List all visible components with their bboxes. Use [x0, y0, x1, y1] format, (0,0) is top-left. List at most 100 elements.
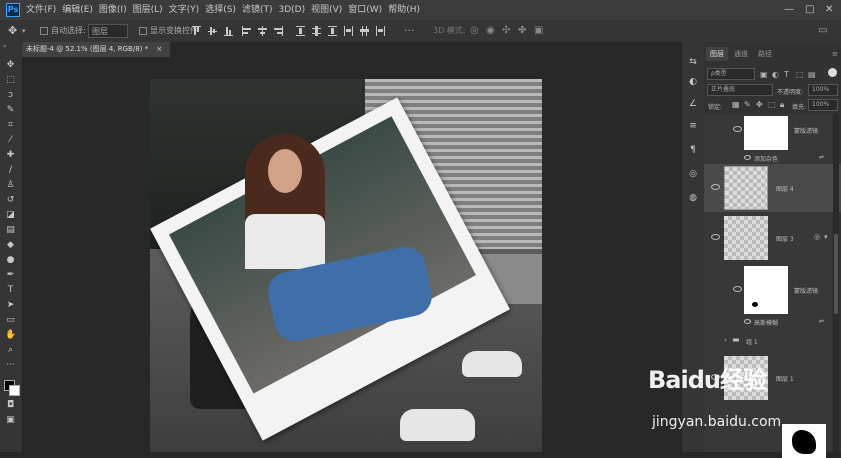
adjustments-panel-icon[interactable]: ◐	[687, 76, 699, 88]
show-transform-checkbox[interactable]	[139, 27, 147, 35]
visibility-eye-icon[interactable]	[733, 126, 742, 132]
fill-input[interactable]: 100%	[808, 99, 838, 111]
blend-mode-dropdown[interactable]: 正片叠底	[707, 84, 773, 96]
menu-help[interactable]: 帮助(H)	[388, 0, 426, 20]
filter-options-icon[interactable]: ⇌	[819, 318, 824, 325]
lasso-tool-icon[interactable]: ↄ	[5, 90, 16, 101]
visibility-eye-icon[interactable]	[733, 286, 742, 292]
healing-brush-tool-icon[interactable]: ✚	[5, 150, 16, 161]
layer-row-group-1[interactable]: › ▬ 组 1	[704, 332, 841, 350]
auto-select-checkbox[interactable]	[40, 27, 48, 35]
panel-menu-icon[interactable]: ≡	[828, 47, 841, 61]
distribute-bottom-icon[interactable]	[328, 26, 337, 36]
canvas-area[interactable]	[23, 57, 681, 452]
menu-layer[interactable]: 图层(L)	[133, 0, 169, 20]
gradient-tool-icon[interactable]: ▤	[5, 225, 16, 236]
menu-view[interactable]: 视图(V)	[311, 0, 348, 20]
pen-tool-icon[interactable]: ✒	[5, 270, 16, 281]
tab-close-icon[interactable]: ×	[156, 45, 162, 53]
align-right-icon[interactable]	[274, 26, 283, 36]
menu-select[interactable]: 选择(S)	[205, 0, 242, 20]
lock-transparent-icon[interactable]: ▦	[732, 100, 740, 109]
layer-row-filter-mask-noise[interactable]: 蒙版滤镜 添加杂色 ⇌	[704, 114, 841, 164]
align-left-icon[interactable]	[242, 26, 251, 36]
menu-edit[interactable]: 编辑(E)	[62, 0, 99, 20]
swatches-panel-icon[interactable]: ◍	[687, 192, 699, 204]
move-tool-icon[interactable]: ✥	[8, 24, 17, 38]
dodge-tool-icon[interactable]: ●	[5, 255, 16, 266]
collapse-icon[interactable]: »	[3, 44, 18, 50]
distribute-top-icon[interactable]	[296, 26, 305, 36]
type-tool-icon[interactable]: T	[5, 285, 16, 296]
filter-pixel-icon[interactable]: ▣	[760, 70, 768, 79]
align-hcenter-icon[interactable]	[258, 26, 267, 36]
align-vcenter-icon[interactable]	[208, 26, 217, 36]
shape-tool-icon[interactable]: ▭	[5, 315, 16, 326]
clone-stamp-tool-icon[interactable]: ♙	[5, 180, 16, 191]
layer-row-layer-4[interactable]: 图层 4	[704, 164, 841, 212]
align-top-icon[interactable]	[192, 26, 201, 36]
visibility-eye-icon[interactable]	[711, 234, 720, 240]
distribute-right-icon[interactable]	[376, 26, 385, 36]
menu-3d[interactable]: 3D(D)	[278, 0, 311, 20]
blur-tool-icon[interactable]: ◆	[5, 240, 16, 251]
tab-layers[interactable]: 图层	[706, 47, 728, 61]
filter-shape-icon[interactable]: ⬚	[796, 70, 804, 79]
brush-settings-icon[interactable]: ∠	[687, 98, 699, 110]
brush-tool-icon[interactable]: ∕	[5, 165, 16, 176]
menu-filter[interactable]: 滤镜(T)	[242, 0, 279, 20]
distribute-hcenter-icon[interactable]	[360, 26, 369, 36]
scrollbar-thumb[interactable]	[834, 234, 838, 314]
distribute-left-icon[interactable]	[344, 26, 353, 36]
lock-position-icon[interactable]: ✥	[756, 100, 763, 109]
filter-toggle[interactable]	[828, 68, 837, 77]
background-color-swatch[interactable]	[9, 385, 20, 396]
screen-mode-icon[interactable]: ▣	[5, 415, 16, 426]
layer-row-layer-3[interactable]: 图层 3 ◎ ▾	[704, 214, 841, 262]
eraser-tool-icon[interactable]: ◪	[5, 210, 16, 221]
3d-roll-icon[interactable]: ◉	[486, 24, 495, 38]
lock-artboard-icon[interactable]: ⬚	[768, 100, 776, 109]
maximize-button[interactable]: □	[805, 4, 814, 15]
lock-image-icon[interactable]: ✎	[744, 100, 751, 109]
quick-select-tool-icon[interactable]: ✎	[5, 105, 16, 116]
filter-options-icon[interactable]: ⇌	[819, 154, 824, 161]
filter-adjust-icon[interactable]: ◐	[772, 70, 779, 79]
visibility-eye-icon[interactable]	[711, 184, 720, 190]
color-panel-icon[interactable]: ◎	[687, 168, 699, 180]
filter-smart-icon[interactable]: ▤	[808, 70, 816, 79]
menu-type[interactable]: 文字(Y)	[169, 0, 206, 20]
expand-chevron-icon[interactable]: ▾	[824, 233, 828, 241]
auto-select-dropdown[interactable]: 图层	[88, 24, 128, 38]
history-brush-tool-icon[interactable]: ↺	[5, 195, 16, 206]
properties-panel-icon[interactable]: ≡	[687, 120, 699, 132]
workspace-icon[interactable]: ▭	[818, 24, 827, 38]
paragraph-panel-icon[interactable]: ¶	[687, 144, 699, 156]
more-tools-icon[interactable]: ···	[5, 360, 16, 371]
minimize-button[interactable]: —	[784, 4, 794, 15]
marquee-tool-icon[interactable]: ⬚	[5, 75, 16, 86]
history-panel-icon[interactable]: ⇆	[687, 56, 699, 68]
more-options-icon[interactable]: ···	[404, 24, 415, 38]
lock-all-icon[interactable]: 🔒︎	[780, 100, 784, 110]
menu-image[interactable]: 图像(I)	[99, 0, 133, 20]
document-tab[interactable]: 未标题-4 @ 52.1% (图层 4, RGB/8) * ×	[22, 42, 171, 57]
path-select-tool-icon[interactable]: ➤	[5, 300, 16, 311]
crop-tool-icon[interactable]: ⌗	[5, 120, 16, 131]
3d-pan-icon[interactable]: ✣	[502, 24, 510, 38]
layer-kind-filter[interactable]: ρ类型	[707, 68, 755, 80]
tab-paths[interactable]: 路径	[754, 47, 776, 61]
filter-type-icon[interactable]: T	[784, 70, 789, 79]
3d-rotate-icon[interactable]: ◎	[470, 24, 479, 38]
move-tool-icon[interactable]: ✥	[5, 60, 16, 71]
hand-tool-icon[interactable]: ✋	[5, 330, 16, 341]
layer-row-filter-mask-blur[interactable]: 蒙版滤镜 高斯模糊 ⇌	[704, 264, 841, 330]
tab-channels[interactable]: 通道	[730, 47, 752, 61]
document-canvas[interactable]	[150, 79, 542, 452]
3d-slide-icon[interactable]: ✤	[518, 24, 526, 38]
align-bottom-icon[interactable]	[224, 26, 233, 36]
zoom-tool-icon[interactable]: ⌕	[5, 345, 16, 356]
chevron-down-icon[interactable]: ▾	[22, 24, 26, 38]
layers-scrollbar[interactable]	[833, 114, 839, 452]
opacity-input[interactable]: 100%	[808, 84, 838, 96]
